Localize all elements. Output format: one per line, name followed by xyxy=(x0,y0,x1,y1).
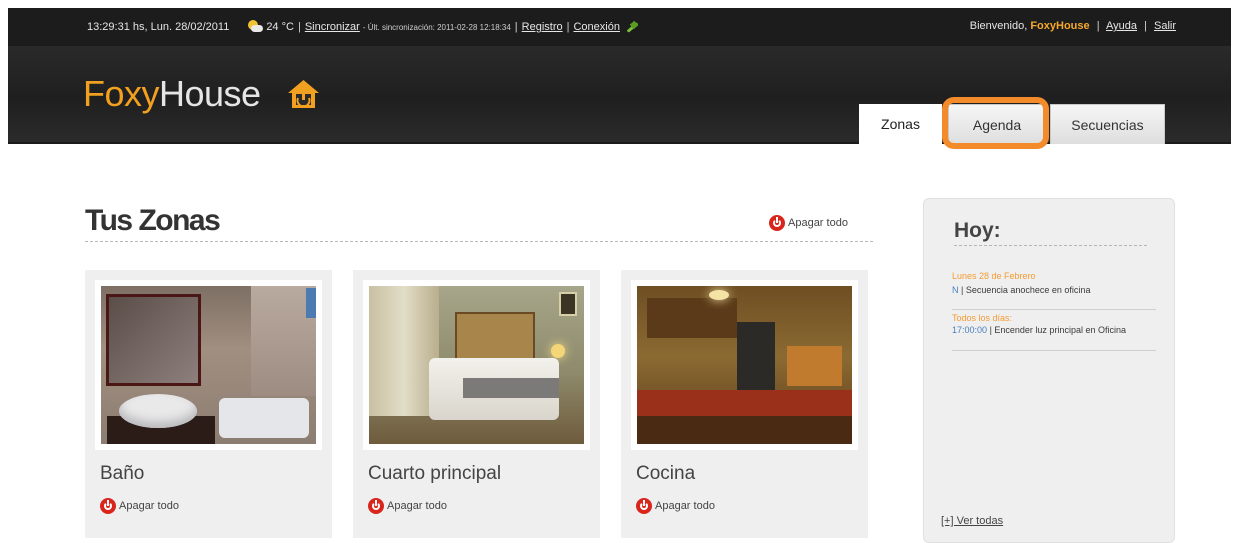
event-date: Todos los días: xyxy=(952,313,1013,323)
logo-text-foxy: Foxy xyxy=(83,73,160,114)
page-title: Tus Zonas xyxy=(85,204,221,237)
zone-card-bano[interactable]: Baño Apagar todo xyxy=(85,270,332,538)
sync-link[interactable]: Sincronizar xyxy=(305,21,360,33)
event-text: | Encender luz principal en Oficina xyxy=(989,325,1126,335)
zone-turn-off-button[interactable]: Apagar todo xyxy=(100,498,179,514)
house-power-icon xyxy=(288,80,319,108)
event-item[interactable]: N | Secuencia anochece en oficina xyxy=(952,285,1090,295)
zone-name[interactable]: Cuarto principal xyxy=(368,463,501,485)
main-tabs: Zonas Agenda Secuencias xyxy=(859,104,1165,144)
zone-turn-off-button[interactable]: Apagar todo xyxy=(368,498,447,514)
power-icon xyxy=(636,498,652,514)
zone-name[interactable]: Cocina xyxy=(636,463,695,485)
zone-turn-off-label: Apagar todo xyxy=(119,500,179,512)
tab-agenda[interactable]: Agenda xyxy=(948,104,1046,144)
today-panel: Hoy: Lunes 28 de Febrero N | Secuencia a… xyxy=(923,198,1175,543)
welcome-text: Bienvenido, xyxy=(969,20,1028,32)
zone-turn-off-label: Apagar todo xyxy=(655,500,715,512)
turn-off-all-label: Apagar todo xyxy=(788,217,848,229)
zone-name[interactable]: Baño xyxy=(100,463,144,485)
today-title: Hoy: xyxy=(954,219,1001,242)
tab-secuencias[interactable]: Secuencias xyxy=(1050,104,1165,144)
top-status-bar: 13:29:31 hs, Lun. 28/02/2011 24 °C | Sin… xyxy=(8,8,1231,46)
logout-link[interactable]: Salir xyxy=(1154,20,1176,32)
event-time: 17:00:00 xyxy=(952,325,988,335)
connection-link[interactable]: Conexión xyxy=(573,21,619,33)
logo-text-house: House xyxy=(159,73,261,114)
event-time: N xyxy=(952,285,959,295)
register-link[interactable]: Registro xyxy=(522,21,563,33)
status-right: Bienvenido, FoxyHouse | Ayuda | Salir xyxy=(969,20,1176,32)
power-icon xyxy=(368,498,384,514)
logo[interactable]: FoxyHouse xyxy=(83,73,261,115)
status-left: 13:29:31 hs, Lun. 28/02/2011 24 °C | Sin… xyxy=(87,20,640,34)
turn-off-all-button[interactable]: Apagar todo xyxy=(769,215,848,231)
event-text: | Secuencia anochece en oficina xyxy=(961,285,1091,295)
power-icon xyxy=(769,215,785,231)
today-divider xyxy=(954,245,1147,246)
event-divider xyxy=(952,350,1156,351)
event-item[interactable]: 17:00:00 | Encender luz principal en Ofi… xyxy=(952,325,1126,335)
tab-zonas[interactable]: Zonas xyxy=(859,104,942,144)
clock-text: 13:29:31 hs, Lun. 28/02/2011 xyxy=(87,21,230,33)
see-all-link[interactable]: [+] Ver todas xyxy=(941,515,1003,527)
temperature-text: 24 °C xyxy=(266,21,294,33)
zone-photo-bano[interactable] xyxy=(95,280,322,450)
help-link[interactable]: Ayuda xyxy=(1106,20,1137,32)
power-icon xyxy=(100,498,116,514)
zone-card-cocina[interactable]: Cocina Apagar todo xyxy=(621,270,868,538)
event-divider xyxy=(952,309,1156,310)
zone-photo-cuarto-principal[interactable] xyxy=(363,280,590,450)
last-sync-text: - Últ. sincronización: 2011-02-28 12:18:… xyxy=(362,22,511,32)
title-divider xyxy=(85,241,873,242)
zone-turn-off-label: Apagar todo xyxy=(387,500,447,512)
plug-icon xyxy=(624,20,640,34)
zone-card-cuarto-principal[interactable]: Cuarto principal Apagar todo xyxy=(353,270,600,538)
zone-turn-off-button[interactable]: Apagar todo xyxy=(636,498,715,514)
event-date: Lunes 28 de Febrero xyxy=(952,271,1036,281)
username-text: FoxyHouse xyxy=(1030,20,1090,32)
weather-icon xyxy=(247,20,264,34)
zone-photo-cocina[interactable] xyxy=(631,280,858,450)
